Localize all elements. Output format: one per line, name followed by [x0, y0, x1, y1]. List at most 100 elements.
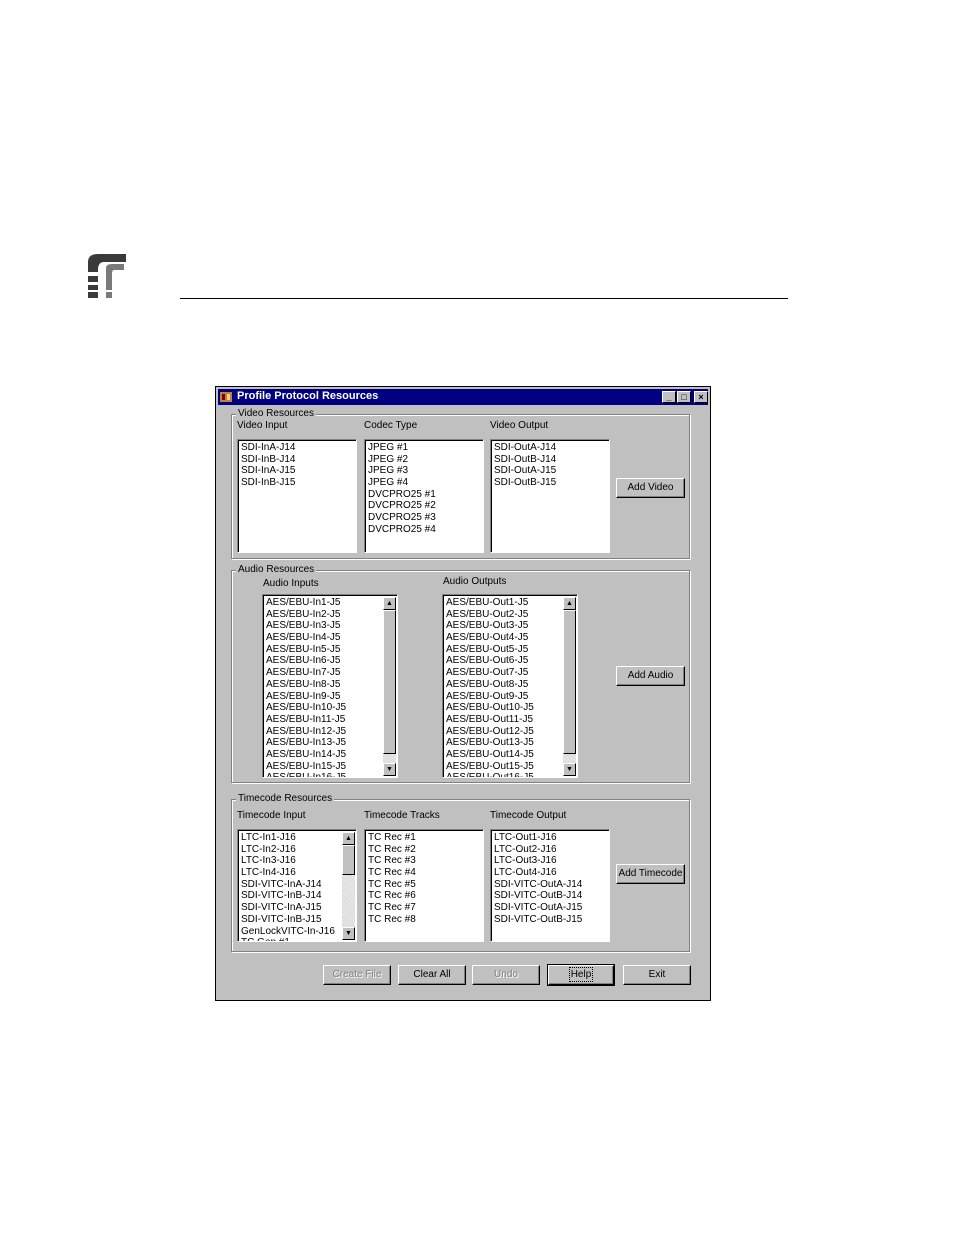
- list-item[interactable]: AES/EBU-In7-J5: [266, 667, 381, 679]
- list-item[interactable]: SDI-OutA-J14: [494, 442, 609, 454]
- list-item[interactable]: AES/EBU-In10-J5: [266, 702, 381, 714]
- video-output-list[interactable]: SDI-OutA-J14 SDI-OutB-J14 SDI-OutA-J15 SDI-…: [490, 439, 610, 553]
- list-item[interactable]: AES/EBU-In2-J5: [266, 609, 381, 621]
- list-item[interactable]: SDI-InA-J15: [241, 465, 356, 477]
- list-item[interactable]: AES/EBU-In6-J5: [266, 655, 381, 667]
- scroll-thumb[interactable]: [383, 610, 396, 754]
- list-item[interactable]: SDI-InB-J15: [241, 477, 356, 489]
- list-item[interactable]: AES/EBU-In13-J5: [266, 737, 381, 749]
- video-input-list[interactable]: SDI-InA-J14 SDI-InB-J14 SDI-InA-J15 SDI-InB…: [237, 439, 357, 553]
- scroll-down-arrow-icon[interactable]: ▼: [342, 927, 355, 940]
- list-item[interactable]: AES/EBU-Out14-J5: [446, 749, 561, 761]
- list-item[interactable]: SDI-InB-J14: [241, 454, 356, 466]
- create-file-button[interactable]: Create File: [323, 965, 391, 985]
- list-item[interactable]: TC Rec #3: [368, 855, 483, 867]
- audio-outputs-list[interactable]: AES/EBU-Out1-J5 AES/EBU-Out2-J5 AES/EBU-Ou…: [442, 594, 578, 778]
- list-item[interactable]: AES/EBU-In4-J5: [266, 632, 381, 644]
- list-item[interactable]: AES/EBU-Out2-J5: [446, 609, 561, 621]
- list-item[interactable]: GenLockVITC-In-J16: [241, 926, 340, 938]
- list-item[interactable]: AES/EBU-Out12-J5: [446, 726, 561, 738]
- list-item[interactable]: AES/EBU-Out3-J5: [446, 620, 561, 632]
- list-item[interactable]: AES/EBU-In9-J5: [266, 691, 381, 703]
- list-item[interactable]: TC Rec #8: [368, 914, 483, 926]
- add-timecode-button[interactable]: Add Timecode: [616, 864, 685, 884]
- list-item[interactable]: AES/EBU-Out11-J5: [446, 714, 561, 726]
- scroll-up-arrow-icon[interactable]: ▲: [563, 597, 576, 610]
- list-item[interactable]: TC Rec #7: [368, 902, 483, 914]
- scroll-thumb[interactable]: [342, 845, 355, 875]
- help-button[interactable]: Help: [547, 964, 615, 986]
- scroll-down-arrow-icon[interactable]: ▼: [563, 763, 576, 776]
- list-item[interactable]: AES/EBU-Out5-J5: [446, 644, 561, 656]
- list-item[interactable]: TC Rec #4: [368, 867, 483, 879]
- list-item[interactable]: AES/EBU-Out8-J5: [446, 679, 561, 691]
- list-item[interactable]: AES/EBU-Out16-J5: [446, 772, 561, 777]
- list-item[interactable]: AES/EBU-In8-J5: [266, 679, 381, 691]
- timecode-tracks-list[interactable]: TC Rec #1 TC Rec #2 TC Rec #3 TC Rec #4 TC R…: [364, 829, 484, 942]
- timecode-output-list[interactable]: LTC-Out1-J16 LTC-Out2-J16 LTC-Out3-J16 LTC-…: [490, 829, 610, 942]
- add-audio-button[interactable]: Add Audio: [616, 666, 685, 686]
- add-video-button[interactable]: Add Video: [616, 478, 685, 498]
- list-item[interactable]: AES/EBU-In14-J5: [266, 749, 381, 761]
- audio-inputs-scrollbar[interactable]: ▲ ▼: [383, 597, 396, 776]
- maximize-button[interactable]: □: [677, 391, 691, 403]
- list-item[interactable]: SDI-VITC-OutA-J14: [494, 879, 609, 891]
- list-item[interactable]: SDI-VITC-OutB-J15: [494, 914, 609, 926]
- list-item[interactable]: AES/EBU-In15-J5: [266, 761, 381, 773]
- list-item[interactable]: TC Rec #2: [368, 844, 483, 856]
- title-bar[interactable]: Profile Protocol Resources _ □ ×: [218, 389, 708, 405]
- codec-type-list[interactable]: JPEG #1 JPEG #2 JPEG #3 JPEG #4 DVCPRO25 #1 D…: [364, 439, 484, 553]
- list-item[interactable]: SDI-VITC-OutB-J14: [494, 890, 609, 902]
- list-item[interactable]: SDI-OutB-J15: [494, 477, 609, 489]
- list-item[interactable]: LTC-Out3-J16: [494, 855, 609, 867]
- list-item[interactable]: SDI-VITC-InB-J15: [241, 914, 340, 926]
- list-item[interactable]: SDI-VITC-InA-J15: [241, 902, 340, 914]
- clear-all-button[interactable]: Clear All: [398, 965, 466, 985]
- list-item[interactable]: SDI-VITC-InB-J14: [241, 890, 340, 902]
- audio-inputs-list[interactable]: AES/EBU-In1-J5 AES/EBU-In2-J5 AES/EBU-In3-…: [262, 594, 398, 778]
- timecode-input-scrollbar[interactable]: ▲ ▼: [342, 832, 355, 940]
- undo-button[interactable]: Undo: [472, 965, 540, 985]
- list-item[interactable]: LTC-In3-J16: [241, 855, 340, 867]
- list-item[interactable]: AES/EBU-In1-J5: [266, 597, 381, 609]
- list-item[interactable]: SDI-VITC-InA-J14: [241, 879, 340, 891]
- list-item[interactable]: DVCPRO25 #3: [368, 512, 483, 524]
- list-item[interactable]: AES/EBU-In5-J5: [266, 644, 381, 656]
- list-item[interactable]: AES/EBU-Out10-J5: [446, 702, 561, 714]
- list-item[interactable]: AES/EBU-Out4-J5: [446, 632, 561, 644]
- minimize-button[interactable]: _: [662, 391, 676, 403]
- list-item[interactable]: SDI-VITC-OutA-J15: [494, 902, 609, 914]
- scroll-up-arrow-icon[interactable]: ▲: [383, 597, 396, 610]
- list-item[interactable]: JPEG #3: [368, 465, 483, 477]
- list-item[interactable]: AES/EBU-In12-J5: [266, 726, 381, 738]
- list-item[interactable]: LTC-In1-J16: [241, 832, 340, 844]
- list-item[interactable]: DVCPRO25 #2: [368, 500, 483, 512]
- list-item[interactable]: JPEG #4: [368, 477, 483, 489]
- list-item[interactable]: TC Rec #1: [368, 832, 483, 844]
- list-item[interactable]: AES/EBU-Out7-J5: [446, 667, 561, 679]
- close-button[interactable]: ×: [694, 391, 708, 403]
- list-item[interactable]: SDI-OutB-J14: [494, 454, 609, 466]
- list-item[interactable]: AES/EBU-Out15-J5: [446, 761, 561, 773]
- scroll-down-arrow-icon[interactable]: ▼: [383, 763, 396, 776]
- timecode-input-list[interactable]: LTC-In1-J16 LTC-In2-J16 LTC-In3-J16 LTC-In4…: [237, 829, 357, 942]
- scroll-thumb[interactable]: [563, 610, 576, 754]
- list-item[interactable]: AES/EBU-In11-J5: [266, 714, 381, 726]
- list-item[interactable]: TC Rec #6: [368, 890, 483, 902]
- list-item[interactable]: SDI-InA-J14: [241, 442, 356, 454]
- exit-button[interactable]: Exit: [623, 965, 691, 985]
- list-item[interactable]: JPEG #2: [368, 454, 483, 466]
- list-item[interactable]: LTC-Out4-J16: [494, 867, 609, 879]
- list-item[interactable]: SDI-OutA-J15: [494, 465, 609, 477]
- list-item[interactable]: AES/EBU-In16-J5: [266, 772, 381, 777]
- list-item[interactable]: TC Gen #1: [241, 937, 340, 941]
- scroll-up-arrow-icon[interactable]: ▲: [342, 832, 355, 845]
- list-item[interactable]: AES/EBU-Out6-J5: [446, 655, 561, 667]
- list-item[interactable]: TC Rec #5: [368, 879, 483, 891]
- list-item[interactable]: AES/EBU-In3-J5: [266, 620, 381, 632]
- list-item[interactable]: AES/EBU-Out1-J5: [446, 597, 561, 609]
- list-item[interactable]: LTC-In2-J16: [241, 844, 340, 856]
- audio-outputs-scrollbar[interactable]: ▲ ▼: [563, 597, 576, 776]
- list-item[interactable]: JPEG #1: [368, 442, 483, 454]
- list-item[interactable]: LTC-Out1-J16: [494, 832, 609, 844]
